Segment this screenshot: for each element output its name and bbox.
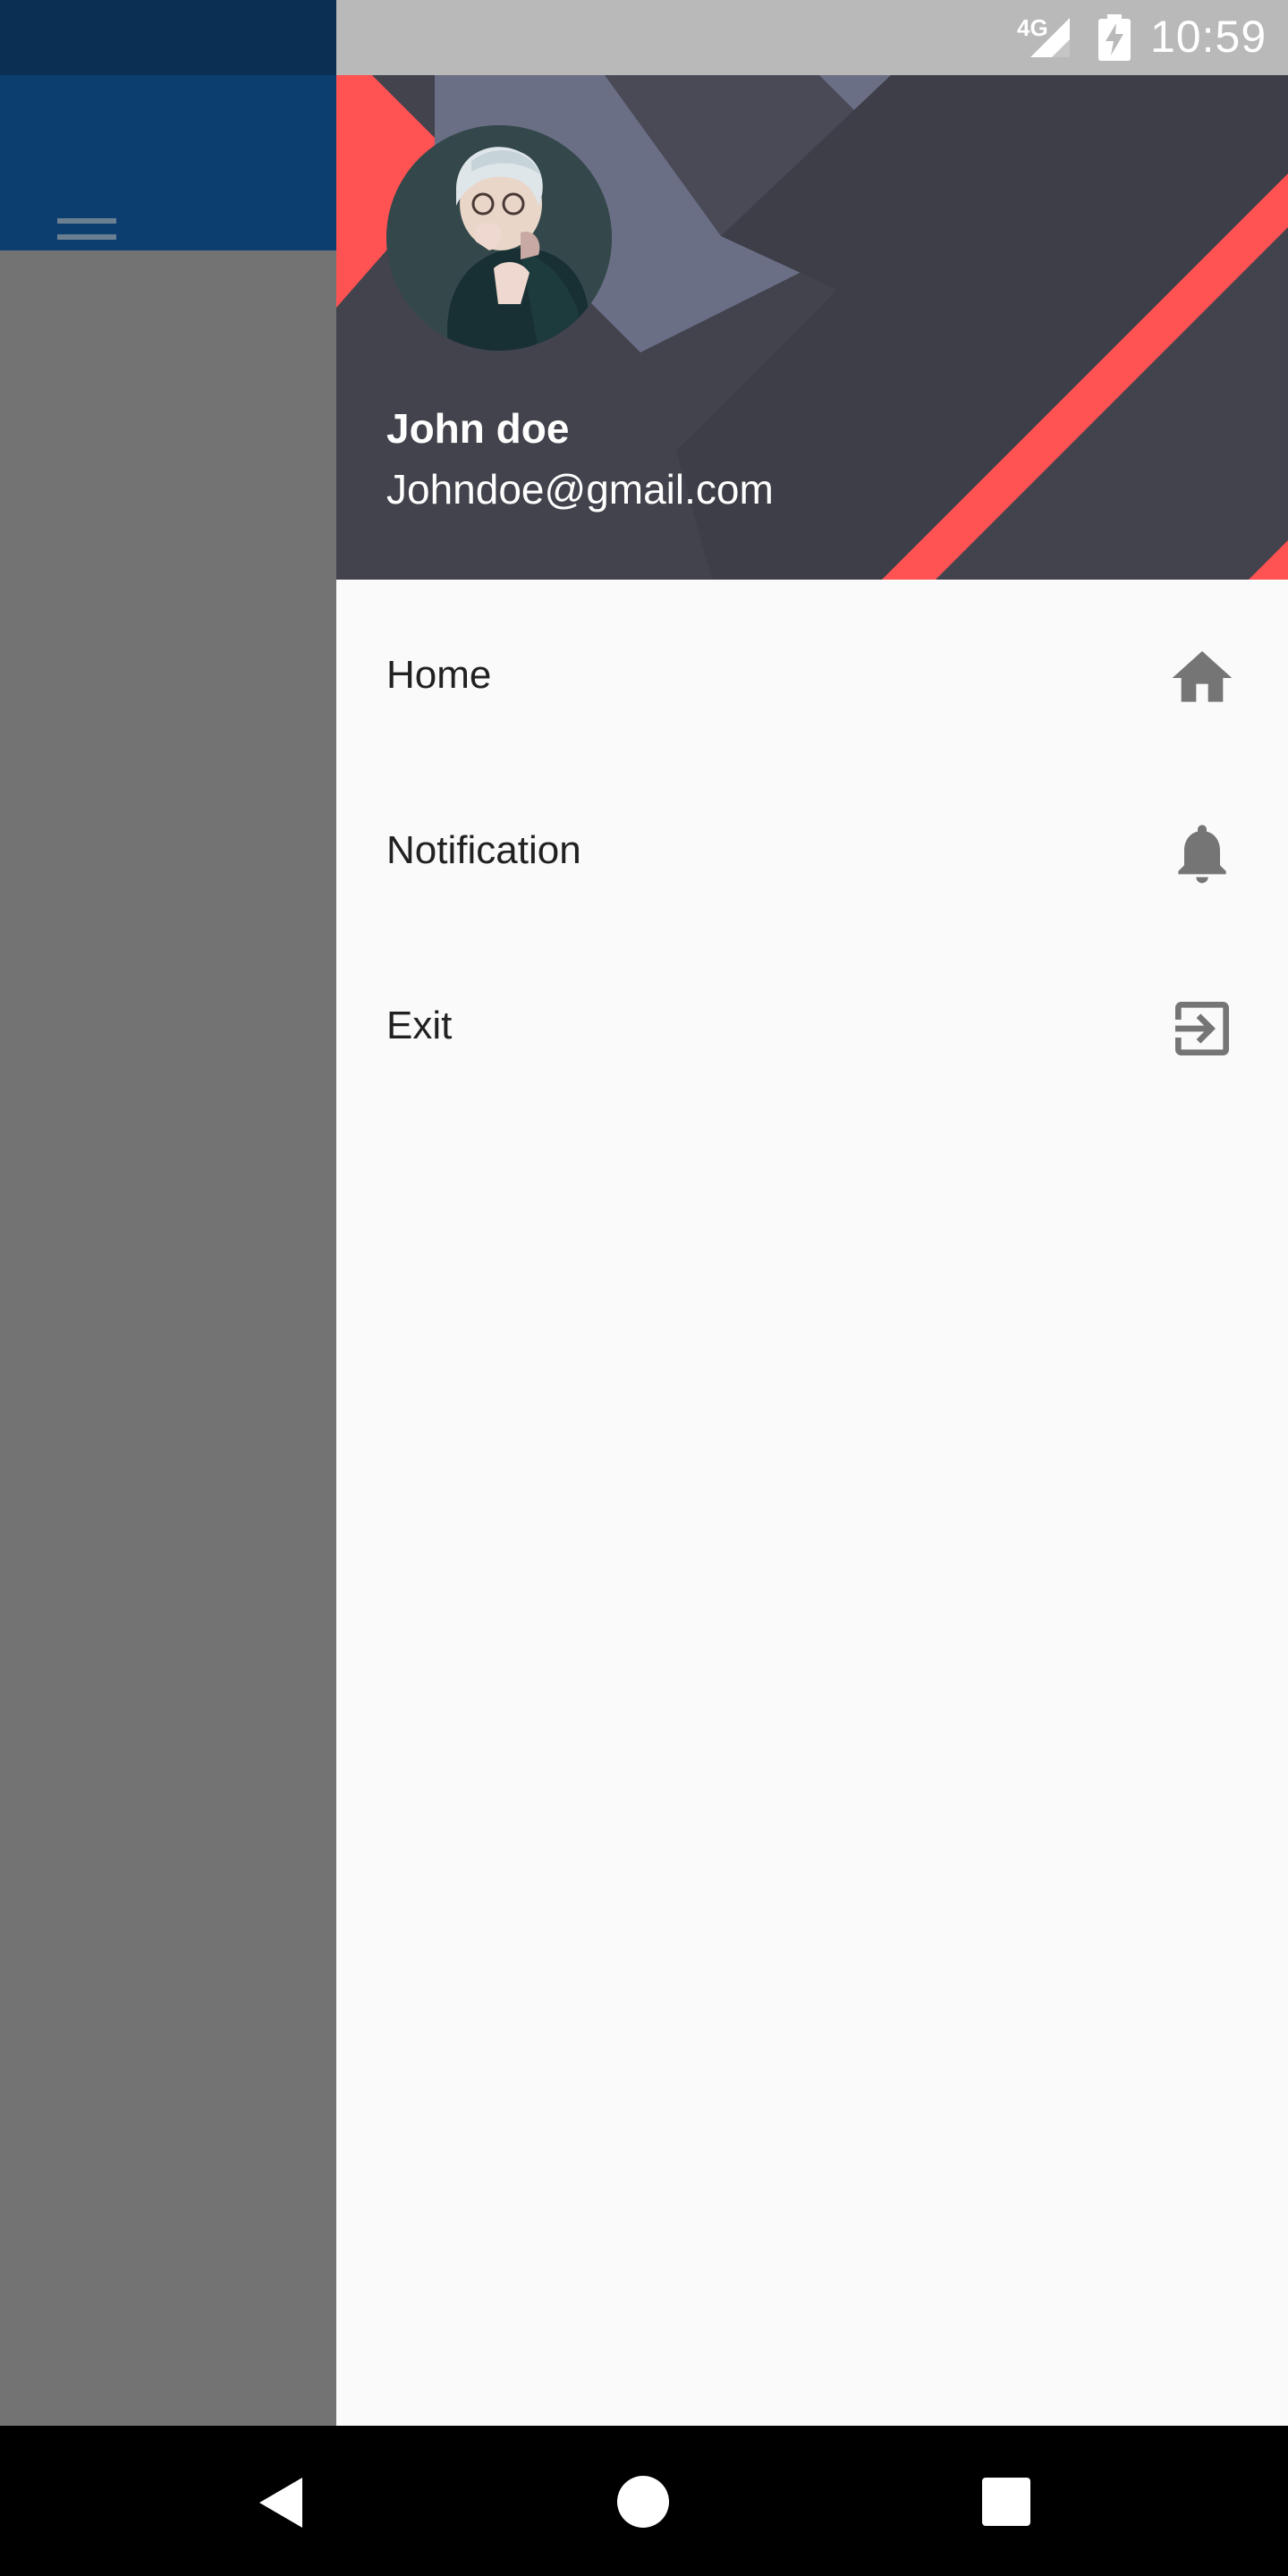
exit-icon — [1175, 1002, 1229, 1055]
menu-item-label: Home — [386, 653, 492, 697]
drawer-header: John doe Johndoe@gmail.com — [336, 75, 1288, 580]
bell-icon — [1178, 825, 1226, 884]
user-email: Johndoe@gmail.com — [386, 466, 774, 513]
recents-icon[interactable] — [982, 2478, 1030, 2526]
user-name: John doe — [386, 405, 570, 452]
battery-charging-icon — [1098, 14, 1131, 61]
navigation-drawer: John doe Johndoe@gmail.com Home Notifica… — [336, 75, 1288, 2426]
network-type: 4G — [1017, 14, 1048, 41]
menu-item-label: Exit — [386, 1004, 453, 1047]
system-navigation-bar — [0, 2426, 1288, 2576]
menu-item-exit[interactable]: Exit — [336, 941, 1288, 1116]
home-button-icon[interactable] — [617, 2476, 669, 2528]
user-avatar[interactable] — [386, 125, 612, 351]
home-icon — [1172, 651, 1233, 702]
back-icon[interactable] — [256, 2476, 306, 2529]
menu-item-home[interactable]: Home — [336, 590, 1288, 766]
status-bar — [336, 0, 1288, 75]
clock: 10:59 — [1150, 12, 1267, 62]
menu-item-label: Notification — [386, 828, 581, 872]
menu-item-notification[interactable]: Notification — [336, 766, 1288, 941]
avatar-illustration — [386, 125, 612, 351]
